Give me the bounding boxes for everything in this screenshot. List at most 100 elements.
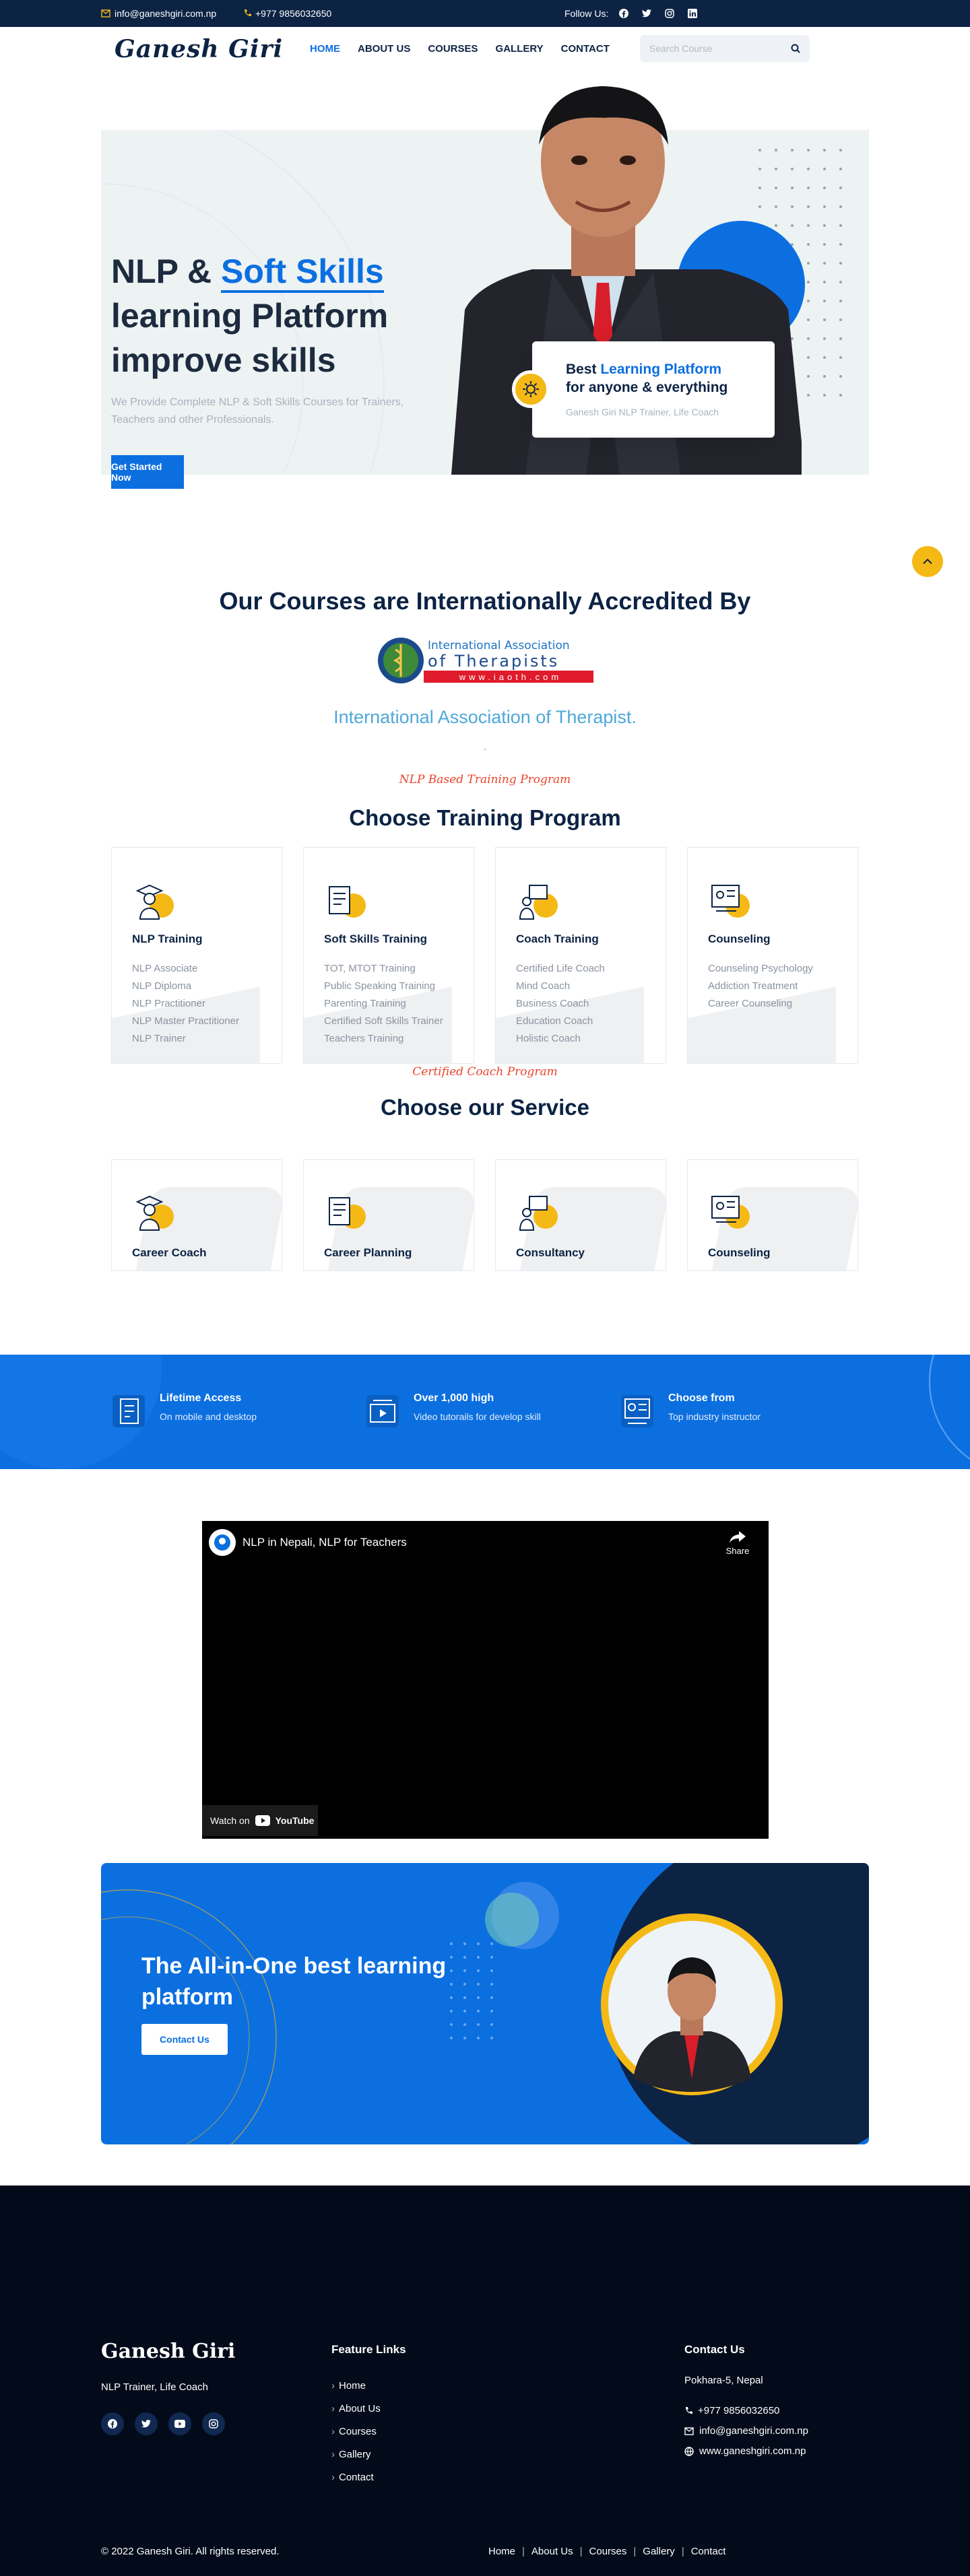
program-item[interactable]: Mind Coach [516,978,605,995]
services-script-label: Certified Coach Program [412,1065,558,1079]
footer-link-about-us[interactable]: › About Us [331,2398,381,2420]
footer-logo[interactable]: Ganesh Giri [101,2340,235,2363]
bottom-nav-courses[interactable]: Courses [589,2546,627,2557]
nav-gallery[interactable]: GALLERY [496,43,544,55]
program-item[interactable]: Business Coach [516,995,605,1013]
program-list: NLP Associate NLP Diploma NLP Practition… [132,960,239,1048]
program-card-title: Coach Training [516,933,599,945]
top-bar: info@ganeshgiri.com.np +977 9856032650 F… [0,0,970,27]
footer-twitter-icon[interactable] [135,2412,158,2435]
footer-link-home[interactable]: › Home [331,2375,381,2398]
service-card-title: Career Coach [132,1246,207,1259]
program-item[interactable]: NLP Master Practitioner [132,1013,239,1030]
instructor-board-icon [621,1395,653,1427]
program-item[interactable]: Career Counseling [708,995,813,1013]
program-item[interactable]: Certified Life Coach [516,960,605,978]
scroll-top-button[interactable] [912,546,943,577]
search-input[interactable]: Search Course [649,43,712,54]
footer-facebook-icon[interactable] [101,2412,124,2435]
linkedin-icon[interactable] [688,9,698,18]
footer-links-title: Feature Links [331,2343,406,2356]
program-item[interactable]: Addiction Treatment [708,978,813,995]
instagram-icon[interactable] [665,9,675,18]
nav-about-us[interactable]: ABOUT US [358,43,410,55]
program-item[interactable]: NLP Diploma [132,978,239,995]
footer-link-courses[interactable]: › Courses [331,2420,381,2443]
facebook-icon[interactable] [619,9,629,18]
services-title: Choose our Service [381,1095,589,1120]
channel-avatar[interactable] [209,1529,236,1556]
program-item[interactable]: Public Speaking Training [324,978,443,995]
watch-on-youtube[interactable]: Watch on YouTube [202,1805,318,1836]
service-card-career-coach[interactable]: Career Coach [111,1159,282,1271]
bottom-nav-gallery[interactable]: Gallery [643,2546,675,2557]
program-item[interactable]: Parenting Training [324,995,443,1013]
share-button[interactable]: Share [721,1530,754,1556]
graduate-icon [135,884,174,920]
hero-card-line1: Best Learning Platform [566,362,721,378]
nav-contact[interactable]: CONTACT [561,43,610,55]
nav-courses[interactable]: COURSES [428,43,478,55]
iaoth-logo[interactable]: International Association of Therapists … [375,635,595,686]
bottom-nav-contact[interactable]: Contact [691,2546,726,2557]
tablet-icon [112,1395,145,1427]
site-logo[interactable]: Ganesh Giri [115,35,283,63]
phone-icon [243,9,251,18]
main-nav: HOME ABOUT US COURSES GALLERY CONTACT [310,43,610,55]
cta-title: The All-in-One best learning platform [141,1951,446,2012]
nav-separator: | [522,2546,525,2557]
youtube-play-icon [255,1815,270,1826]
service-card-counseling[interactable]: Counseling [687,1159,858,1271]
hero-title-highlight: Soft Skills [221,252,384,293]
nav-home[interactable]: HOME [310,43,340,55]
program-card-soft-skills[interactable]: Soft Skills Training TOT, MTOT Training … [303,847,474,1064]
program-card-counseling[interactable]: Counseling Counseling Psychology Addicti… [687,847,858,1064]
graduate-icon [135,1195,174,1231]
training-script-label: NLP Based Training Program [399,773,571,786]
chevron-right-icon: › [331,2472,335,2483]
topbar-email[interactable]: info@ganeshgiri.com.np [101,8,216,19]
footer-website[interactable]: www.ganeshgiri.com.np [684,2445,806,2457]
footer-link-label: About Us [339,2403,381,2414]
service-card-consultancy[interactable]: Consultancy [495,1159,666,1271]
search-box[interactable]: Search Course [640,35,810,62]
program-list: TOT, MTOT Training Public Speaking Train… [324,960,443,1048]
counseling-board-icon [711,885,750,918]
get-started-button[interactable]: Get Started Now [111,455,184,489]
program-item[interactable]: NLP Associate [132,960,239,978]
footer-instagram-icon[interactable] [202,2412,225,2435]
program-item[interactable]: TOT, MTOT Training [324,960,443,978]
program-item[interactable]: NLP Trainer [132,1030,239,1048]
video-title[interactable]: NLP in Nepali, NLP for Teachers [243,1536,407,1549]
footer-phone[interactable]: +977 9856032650 [684,2405,779,2416]
presenter-icon [519,1196,558,1231]
youtube-video-embed[interactable]: NLP in Nepali, NLP for Teachers Share Wa… [202,1521,769,1839]
footer-youtube-icon[interactable] [168,2412,191,2435]
footer-link-label: Courses [339,2426,377,2437]
program-card-title: NLP Training [132,933,203,945]
program-item[interactable]: Holistic Coach [516,1030,605,1048]
program-item[interactable]: Teachers Training [324,1030,443,1048]
service-card-career-planning[interactable]: Career Planning [303,1159,474,1271]
program-item[interactable]: Education Coach [516,1013,605,1030]
hero-title-prefix: NLP & [111,252,221,290]
bottom-nav-home[interactable]: Home [488,2546,515,2557]
program-item[interactable]: Certified Soft Skills Trainer [324,1013,443,1030]
program-item[interactable]: Counseling Psychology [708,960,813,978]
search-icon[interactable] [791,44,800,53]
footer-link-label: Gallery [339,2449,371,2460]
twitter-icon[interactable] [642,9,652,18]
footer-link-contact[interactable]: › Contact [331,2466,381,2489]
footer-email[interactable]: info@ganeshgiri.com.np [684,2425,808,2437]
program-item[interactable]: NLP Practitioner [132,995,239,1013]
counseling-board-icon [711,1196,750,1229]
watch-on-label: Watch on [210,1815,250,1826]
contact-us-button[interactable]: Contact Us [141,2024,228,2055]
hero-title-line2: learning Platform [111,297,389,335]
footer-link-gallery[interactable]: › Gallery [331,2443,381,2466]
program-card-coach[interactable]: Coach Training Certified Life Coach Mind… [495,847,666,1064]
bottom-nav-about-us[interactable]: About Us [531,2546,573,2557]
program-card-nlp[interactable]: NLP Training NLP Associate NLP Diploma N… [111,847,282,1064]
topbar-phone[interactable]: +977 9856032650 [243,8,331,19]
feature-lifetime-access: Lifetime Access On mobile and desktop [110,1392,257,1430]
